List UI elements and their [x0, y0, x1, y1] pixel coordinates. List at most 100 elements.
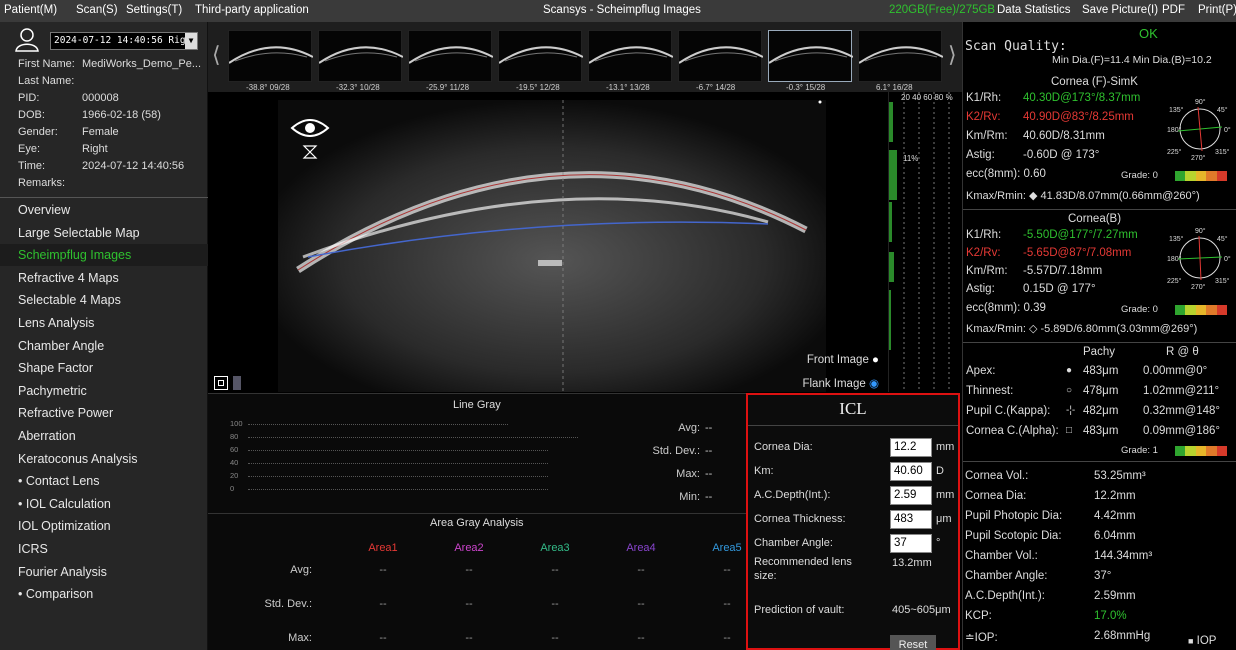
next-arrow-icon[interactable]: ⟩: [948, 42, 957, 68]
exam-select[interactable]: 2024-07-12 14:40:56 Right ▼: [50, 32, 198, 50]
nav-item[interactable]: ICRS: [0, 538, 208, 560]
icl-input-label: A.C.Depth(Int.):: [754, 489, 831, 501]
menu-scan[interactable]: Scan(S): [76, 4, 118, 16]
patient-field-row: DOB: 1966-02-18 (58): [18, 109, 161, 121]
area-header: Area4: [626, 542, 656, 554]
nav-item[interactable]: Selectable 4 Maps: [0, 289, 208, 311]
front-title: Cornea (F)-SimK: [1051, 76, 1138, 88]
toggle-view-icon[interactable]: [214, 376, 228, 390]
grid-line: [248, 463, 548, 464]
area-cell: --: [723, 598, 731, 610]
vault-value: 405~605μm: [892, 604, 951, 616]
icl-input-field[interactable]: 2.59: [890, 486, 932, 505]
thumbnail[interactable]: [678, 30, 763, 82]
thumbnail-label: -25.9° 11/28: [426, 83, 470, 92]
nav-item[interactable]: Refractive Power: [0, 402, 208, 424]
vault-label: Prediction of vault:: [754, 604, 845, 616]
pachy-symbol-icon: ○: [1066, 385, 1073, 396]
pachy-row-position: 0.00mm@0°: [1143, 365, 1208, 377]
nav-item[interactable]: • Comparison: [0, 583, 208, 605]
icl-title: ICL: [839, 399, 867, 418]
front-image-option[interactable]: Front Image ●: [807, 354, 879, 366]
thumbnail[interactable]: [498, 30, 583, 82]
area-cell: --: [637, 564, 645, 576]
pachy-row-value: 478μm: [1083, 385, 1119, 397]
nav-item[interactable]: Large Selectable Map: [0, 222, 208, 244]
nav-item[interactable]: Overview: [0, 199, 208, 221]
menu-pdf[interactable]: PDF: [1162, 4, 1185, 16]
back-grade: Grade: 0: [1121, 304, 1158, 315]
area-cell: --: [637, 632, 645, 644]
thumbnail[interactable]: [768, 30, 853, 82]
thumbnail[interactable]: [318, 30, 403, 82]
icl-input-field[interactable]: 483: [890, 510, 932, 529]
grid-line: [248, 450, 548, 451]
nav-item[interactable]: Scheimpflug Images: [0, 244, 208, 267]
patient-field-value: 000008: [82, 92, 119, 104]
scan-quality-label: Scan Quality:: [965, 39, 1067, 54]
scheimpflug-image[interactable]: Front Image ● Flank Image ◉: [208, 92, 888, 392]
svg-text:0°: 0°: [1224, 126, 1231, 134]
scroll-handle[interactable]: [233, 376, 241, 390]
svg-text:315°: 315°: [1215, 148, 1230, 156]
front-k1-value: 40.30D@173°/8.37mm: [1023, 92, 1141, 104]
thumbnail[interactable]: [588, 30, 673, 82]
y-tick-label: 80: [230, 432, 239, 441]
metric-label: Cornea Dia:: [965, 490, 1027, 502]
icl-input-field[interactable]: 37: [890, 534, 932, 553]
area-cell: --: [551, 632, 559, 644]
nav-item[interactable]: Lens Analysis: [0, 312, 208, 334]
menu-save-picture[interactable]: Save Picture(I): [1082, 4, 1158, 16]
thumbnail-label: -13.1° 13/28: [606, 83, 650, 92]
front-axis-dial-icon: 90° 45° 0° 315° 270° 225° 180° 135°: [1167, 96, 1233, 162]
thumbnail[interactable]: [408, 30, 493, 82]
metric-value: 6.04mm: [1094, 530, 1136, 542]
menu-data-statistics[interactable]: Data Statistics: [997, 4, 1071, 16]
back-k1-label: K1/Rh:: [966, 229, 1002, 241]
patient-field-label: Remarks:: [18, 177, 66, 189]
thumbnail[interactable]: [858, 30, 943, 82]
thumbnail[interactable]: [228, 30, 313, 82]
iop-toggle[interactable]: ■ IOP: [1188, 635, 1216, 647]
icl-input-field[interactable]: 12.2: [890, 438, 932, 457]
nav-item[interactable]: Fourier Analysis: [0, 561, 208, 583]
thumbnail-label: -32.3° 10/28: [336, 83, 380, 92]
svg-text:315°: 315°: [1215, 277, 1230, 285]
svg-text:0°: 0°: [1224, 255, 1231, 263]
menu-print[interactable]: Print(P): [1198, 4, 1236, 16]
storage-indicator: 220GB(Free)/275GB: [889, 4, 996, 16]
patient-field-label: Gender:: [18, 126, 58, 138]
line-gray-panel: Line Gray 100 80 60 40 20 0 Avg: -- Std. Dev.: -…: [208, 393, 748, 513]
density-side-plot: 20 40 60 80 % 11%: [888, 92, 962, 392]
front-km-value: 40.60D/8.31mm: [1023, 130, 1105, 142]
front-kmax: Kmax/Rmin: ◆ 41.83D/8.07mm(0.66mm@260°): [966, 190, 1200, 202]
metric-label: ≐IOP:: [965, 632, 998, 644]
divider: [963, 342, 1236, 343]
svg-text:225°: 225°: [1167, 148, 1182, 156]
y-tick-label: 60: [230, 445, 239, 454]
reset-button[interactable]: Reset: [890, 635, 936, 650]
icl-input-label: Km:: [754, 465, 774, 477]
nav-item[interactable]: Chamber Angle: [0, 335, 208, 357]
icl-input-field[interactable]: 40.60: [890, 462, 932, 481]
patient-field-value: 2024-07-12 14:40:56: [82, 160, 185, 172]
nav-item[interactable]: Shape Factor: [0, 357, 208, 379]
nav-item[interactable]: • IOL Calculation: [0, 493, 208, 515]
nav-item[interactable]: Aberration: [0, 425, 208, 447]
nav-item[interactable]: IOL Optimization: [0, 515, 208, 537]
icl-input-label: Cornea Dia:: [754, 441, 813, 453]
nav-item[interactable]: • Contact Lens: [0, 470, 208, 492]
prev-arrow-icon[interactable]: ⟨: [212, 42, 221, 68]
nav-item[interactable]: Refractive 4 Maps: [0, 267, 208, 289]
nav-item[interactable]: Keratoconus Analysis: [0, 448, 208, 470]
flank-image-option[interactable]: Flank Image ◉: [802, 376, 879, 390]
menu-settings[interactable]: Settings(T): [126, 4, 182, 16]
patient-field-row: Gender: Female: [18, 126, 119, 138]
chevron-down-icon[interactable]: ▼: [185, 33, 197, 49]
menu-patient[interactable]: Patient(M): [4, 4, 57, 16]
menu-third-party[interactable]: Third-party application: [195, 4, 309, 16]
icl-input-unit: °: [936, 537, 941, 549]
svg-text:270°: 270°: [1191, 154, 1206, 162]
pachy-row-label: Cornea C.(Alpha):: [966, 425, 1059, 437]
nav-item[interactable]: Pachymetric: [0, 380, 208, 402]
